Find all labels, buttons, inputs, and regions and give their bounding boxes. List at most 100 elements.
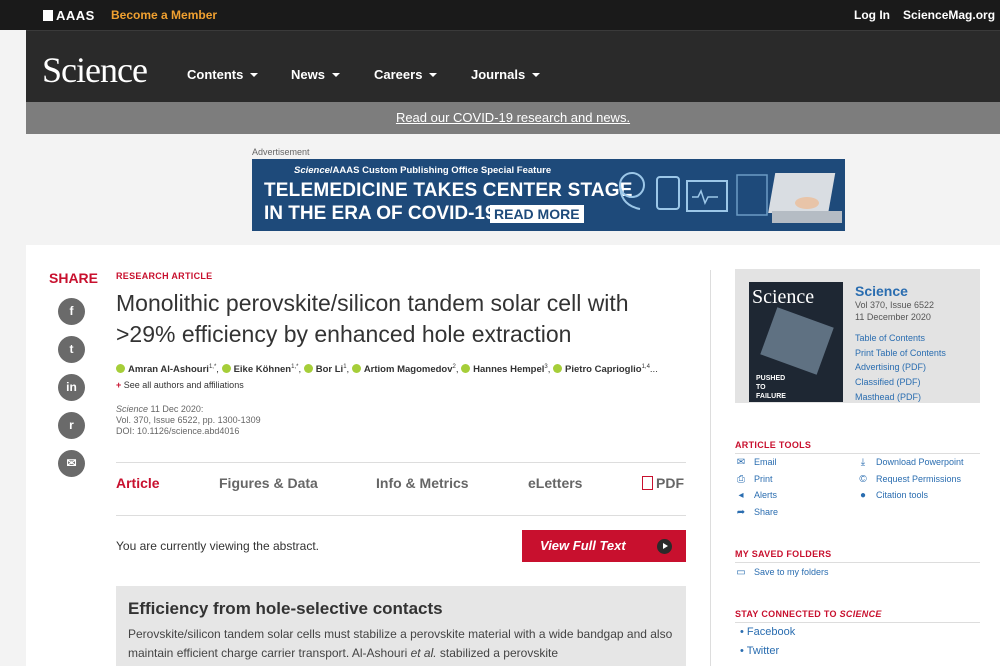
orcid-icon[interactable] — [553, 364, 563, 374]
aaas-logo[interactable]: AAAS — [43, 8, 95, 23]
nav-contents[interactable]: Contents — [187, 67, 259, 82]
covid-link[interactable]: Read our COVID-19 research and news. — [396, 110, 630, 125]
classified-pdf-link[interactable]: Classified (PDF) — [855, 375, 946, 390]
tab-eletters[interactable]: eLetters — [528, 475, 582, 491]
author-name[interactable]: Bor Li — [316, 364, 343, 375]
alerts-tool[interactable]: ◂ Alerts — [735, 490, 777, 501]
top-bar: AAAS Become a Member Log In ScienceMag.o… — [0, 0, 1000, 30]
saved-folders-heading: MY SAVED FOLDERS — [735, 549, 832, 559]
nav-careers[interactable]: Careers — [374, 67, 438, 82]
issue-volume: Vol 370, Issue 6522 — [855, 300, 935, 310]
aaas-brand-text: AAAS — [56, 8, 95, 23]
ad-subtitle: Science/AAAS Custom Publishing Office Sp… — [294, 165, 551, 176]
author-name[interactable]: Hannes Hempel — [473, 364, 544, 375]
citation-info: Science 11 Dec 2020: Vol. 370, Issue 652… — [116, 404, 261, 437]
tab-article[interactable]: Article — [116, 475, 160, 491]
alerts-tool-label: Alerts — [754, 490, 778, 500]
cover-logo: Science — [752, 286, 815, 308]
print-toc-link[interactable]: Print Table of Contents — [855, 346, 946, 361]
facebook-link[interactable]: • Facebook — [740, 626, 795, 638]
save-to-folders-link[interactable]: ▭ Save to my folders — [735, 567, 828, 578]
cover-headline: PUSHED TO FAILURE — [756, 375, 786, 400]
aaas-logo-icon — [43, 10, 53, 21]
author-name[interactable]: Eike Köhnen — [234, 364, 292, 375]
see-all-authors-link[interactable]: + See all authors and affiliations — [116, 380, 244, 390]
section-divider — [735, 562, 980, 563]
issue-links: Table of Contents Print Table of Content… — [855, 331, 946, 405]
nav-news[interactable]: News — [291, 67, 340, 82]
stay-connected-text: STAY CONNECTED TO — [735, 609, 840, 619]
request-permissions-label: Request Permissions — [876, 474, 962, 484]
nav-journals[interactable]: Journals — [471, 67, 541, 82]
folder-icon: ▭ — [736, 567, 746, 578]
twitter-link-label: Twitter — [746, 645, 780, 657]
tab-info-metrics[interactable]: Info & Metrics — [376, 475, 469, 491]
citation-tools-tool[interactable]: ● Citation tools — [857, 490, 928, 501]
chevron-down-icon — [532, 73, 541, 77]
globe-icon: ● — [859, 490, 867, 501]
pdf-icon — [642, 476, 653, 490]
request-permissions-tool[interactable]: © Request Permissions — [857, 474, 961, 485]
twitter-icon[interactable]: t — [58, 336, 85, 363]
summary-text: Perovskite/silicon tandem solar cells mu… — [128, 625, 674, 663]
advertisement-banner[interactable]: Science/AAAS Custom Publishing Office Sp… — [252, 159, 845, 231]
science-logo[interactable]: Science — [42, 49, 148, 91]
email-tool-label: Email — [754, 457, 777, 467]
chevron-down-icon — [331, 73, 340, 77]
print-tool-label: Print — [754, 474, 773, 484]
orcid-icon[interactable] — [351, 364, 361, 374]
share-tool-label: Share — [754, 507, 779, 517]
tab-pdf-label: PDF — [656, 475, 684, 491]
download-powerpoint-tool[interactable]: ⤓ Download Powerpoint — [857, 457, 964, 468]
facebook-icon[interactable]: f — [58, 298, 85, 325]
author-sup: 1,* — [291, 364, 299, 370]
citation-tools-label: Citation tools — [876, 490, 929, 500]
email-icon[interactable]: ✉ — [58, 450, 85, 477]
envelope-icon: ✉ — [736, 457, 746, 468]
author-name[interactable]: Pietro Caprioglio — [565, 364, 642, 375]
view-full-text-label: View Full Text — [540, 538, 626, 553]
become-member-link[interactable]: Become a Member — [111, 8, 217, 22]
orcid-icon[interactable] — [303, 364, 313, 374]
print-tool[interactable]: ⎙ Print — [735, 474, 773, 485]
twitter-link[interactable]: • Twitter — [740, 645, 779, 657]
reddit-icon[interactable]: r — [58, 412, 85, 439]
section-divider — [735, 622, 980, 623]
author-sup: 1 — [343, 364, 347, 370]
section-divider — [735, 453, 980, 454]
megaphone-icon: ◂ — [738, 490, 744, 501]
table-of-contents-link[interactable]: Table of Contents — [855, 331, 946, 346]
author-name[interactable]: Amran Al-Ashouri — [128, 364, 209, 375]
viewing-status: You are currently viewing the abstract. — [116, 539, 319, 553]
issue-cover-image[interactable]: Science PUSHED TO FAILURE — [749, 282, 843, 402]
sciencemag-link[interactable]: ScienceMag.org — [903, 8, 995, 22]
login-link[interactable]: Log In — [854, 8, 890, 22]
ad-read-more-button[interactable]: READ MORE — [490, 205, 584, 223]
orcid-icon[interactable] — [221, 364, 231, 374]
summary-text-italic: et al. — [410, 646, 437, 660]
issue-journal-link[interactable]: Science — [855, 283, 908, 299]
ad-headline-1: TELEMEDICINE TAKES CENTER STAGE — [264, 180, 633, 201]
masthead-pdf-link[interactable]: Masthead (PDF) — [855, 390, 946, 405]
cover-art — [760, 307, 834, 375]
author-list: Amran Al-Ashouri1,*, Eike Köhnen1,*, Bor… — [116, 364, 696, 375]
share-label: SHARE — [49, 270, 99, 286]
citation-journal: Science — [116, 404, 149, 414]
linkedin-icon[interactable]: in — [58, 374, 85, 401]
tab-pdf[interactable]: PDF — [642, 475, 684, 491]
advertising-pdf-link[interactable]: Advertising (PDF) — [855, 360, 946, 375]
article-tools-heading: ARTICLE TOOLS — [735, 440, 812, 450]
view-full-text-button[interactable]: View Full Text — [522, 530, 686, 562]
tab-figures-data[interactable]: Figures & Data — [219, 475, 318, 491]
citation-doi: DOI: 10.1126/science.abd4016 — [116, 426, 240, 436]
play-icon — [657, 539, 672, 554]
orcid-icon[interactable] — [116, 364, 125, 374]
author-sup: 3 — [544, 364, 548, 370]
share-tool[interactable]: ➦ Share — [735, 507, 778, 518]
issue-info: Vol 370, Issue 6522 11 December 2020 — [855, 299, 934, 323]
nav-news-label: News — [291, 67, 325, 82]
author-name[interactable]: Artiom Magomedov — [364, 364, 453, 375]
email-tool[interactable]: ✉ Email — [735, 457, 777, 468]
orcid-icon[interactable] — [461, 364, 471, 374]
editor-summary: Efficiency from hole-selective contacts … — [116, 586, 686, 666]
